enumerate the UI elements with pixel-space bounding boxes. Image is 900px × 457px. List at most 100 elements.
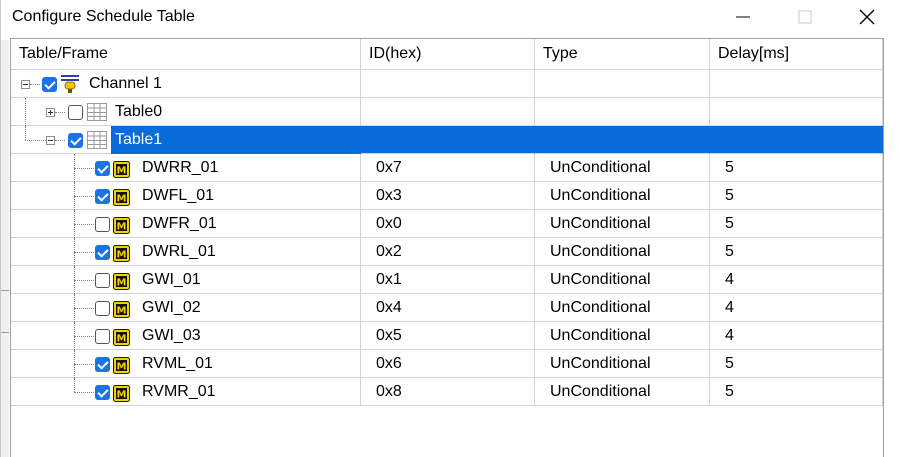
table0-checkbox[interactable] xyxy=(68,105,83,120)
type-cell xyxy=(535,70,710,98)
frame-id: 0x0 xyxy=(361,210,535,238)
tree-line xyxy=(25,126,26,140)
delay-cell xyxy=(710,98,883,126)
table1-label: Table1 xyxy=(115,131,163,148)
tree-line xyxy=(74,392,94,393)
frame-name: GWI_01 xyxy=(142,271,201,288)
frame-name: GWI_03 xyxy=(142,327,201,344)
frame-name-cell: M DWFR_01 xyxy=(11,210,361,238)
frame-checkbox[interactable] xyxy=(95,385,110,400)
column-header-table-frame[interactable]: Table/Frame xyxy=(11,39,361,69)
frame-type: UnConditional xyxy=(535,294,710,322)
frame-row-5[interactable]: M GWI_02 0x4 UnConditional 4 xyxy=(11,294,883,322)
frame-type: UnConditional xyxy=(535,154,710,182)
tree-line xyxy=(74,378,75,392)
frame-id: 0x7 xyxy=(361,154,535,182)
frame-row-4[interactable]: M GWI_01 0x1 UnConditional 4 xyxy=(11,266,883,294)
tree-row-channel[interactable]: Channel 1 xyxy=(11,70,883,98)
frame-checkbox[interactable] xyxy=(95,329,110,344)
frame-checkbox[interactable] xyxy=(95,161,110,176)
expand-table0-toggle[interactable] xyxy=(46,108,55,117)
schedule-tree-grid[interactable]: Table/Frame ID(hex) Type Delay[ms] Chann… xyxy=(10,38,884,457)
tree-line xyxy=(25,98,26,126)
window-title: Configure Schedule Table xyxy=(12,8,195,25)
tree-line xyxy=(55,112,65,113)
frame-id: 0x2 xyxy=(361,238,535,266)
table1-cell: Table1 xyxy=(11,126,361,154)
frame-delay: 5 xyxy=(710,378,883,406)
frame-type: UnConditional xyxy=(535,182,710,210)
column-header-type[interactable]: Type xyxy=(535,39,710,69)
frame-name: DWRL_01 xyxy=(142,243,216,260)
table1-checkbox[interactable] xyxy=(68,133,83,148)
frame-name: DWRR_01 xyxy=(142,159,219,176)
frame-name-cell: M DWFL_01 xyxy=(11,182,361,210)
frame-row-7[interactable]: M RVML_01 0x6 UnConditional 5 xyxy=(11,350,883,378)
close-button[interactable] xyxy=(845,0,889,34)
minimize-button[interactable] xyxy=(721,0,765,34)
table0-label: Table0 xyxy=(115,103,163,120)
frame-row-3[interactable]: M DWRL_01 0x2 UnConditional 5 xyxy=(11,238,883,266)
svg-text:M: M xyxy=(117,221,127,232)
frame-name-cell: M DWRR_01 xyxy=(11,154,361,182)
type-cell xyxy=(535,98,710,126)
frame-name: DWFL_01 xyxy=(142,187,215,204)
frame-checkbox[interactable] xyxy=(95,301,110,316)
frame-row-6[interactable]: M GWI_03 0x5 UnConditional 4 xyxy=(11,322,883,350)
frame-checkbox[interactable] xyxy=(95,245,110,260)
minimize-icon xyxy=(736,16,750,18)
collapse-table1-toggle[interactable] xyxy=(46,136,55,145)
frame-delay: 4 xyxy=(710,266,883,294)
frame-id: 0x6 xyxy=(361,350,535,378)
frame-row-8[interactable]: M RVMR_01 0x8 UnConditional 5 xyxy=(11,378,883,406)
edge-tick xyxy=(1,332,9,333)
frame-checkbox[interactable] xyxy=(95,217,110,232)
frame-id: 0x3 xyxy=(361,182,535,210)
tree-line xyxy=(74,252,94,253)
tree-line xyxy=(74,280,94,281)
frame-name-cell: M GWI_02 xyxy=(11,294,361,322)
frame-checkbox[interactable] xyxy=(95,273,110,288)
title-bar: Configure Schedule Table xyxy=(1,0,900,36)
close-icon xyxy=(859,9,875,25)
frame-name: RVMR_01 xyxy=(142,383,216,400)
tree-line xyxy=(74,364,94,365)
tree-line xyxy=(74,224,94,225)
channel-checkbox[interactable] xyxy=(42,77,57,92)
frame-name-cell: M RVML_01 xyxy=(11,350,361,378)
frame-checkbox[interactable] xyxy=(95,357,110,372)
svg-text:M: M xyxy=(117,361,127,372)
frame-type: UnConditional xyxy=(535,266,710,294)
frame-delay: 5 xyxy=(710,154,883,182)
tree-line xyxy=(74,196,94,197)
frame-id: 0x1 xyxy=(361,266,535,294)
frame-name-cell: M GWI_03 xyxy=(11,322,361,350)
column-header-delay[interactable]: Delay[ms] xyxy=(710,39,883,69)
frame-delay: 5 xyxy=(710,182,883,210)
frame-id: 0x8 xyxy=(361,378,535,406)
frame-delay: 5 xyxy=(710,238,883,266)
frame-checkbox[interactable] xyxy=(95,189,110,204)
tree-row-table0[interactable]: Table0 xyxy=(11,98,883,126)
schedule-table-window: Configure Schedule Table Table/Frame ID(… xyxy=(0,0,900,457)
svg-text:M: M xyxy=(117,333,127,344)
frame-type: UnConditional xyxy=(535,210,710,238)
tree-line xyxy=(74,168,94,169)
frame-m-icon: M xyxy=(113,384,130,412)
delay-cell xyxy=(710,126,883,154)
frame-row-2[interactable]: M DWFR_01 0x0 UnConditional 5 xyxy=(11,210,883,238)
frame-name-cell: M GWI_01 xyxy=(11,266,361,294)
tree-line xyxy=(55,140,65,141)
tree-row-table1[interactable]: Table1 xyxy=(11,126,883,154)
frame-row-1[interactable]: M DWFL_01 0x3 UnConditional 5 xyxy=(11,182,883,210)
edge-tick xyxy=(1,290,9,291)
column-header-id[interactable]: ID(hex) xyxy=(361,39,535,69)
svg-text:M: M xyxy=(117,389,127,400)
frame-name-cell: M RVMR_01 xyxy=(11,378,361,406)
delay-cell xyxy=(710,70,883,98)
collapse-channel-toggle[interactable] xyxy=(21,80,30,89)
frame-type: UnConditional xyxy=(535,238,710,266)
frame-row-0[interactable]: M DWRR_01 0x7 UnConditional 5 xyxy=(11,154,883,182)
tree-line xyxy=(30,84,40,85)
frame-name-cell: M DWRL_01 xyxy=(11,238,361,266)
